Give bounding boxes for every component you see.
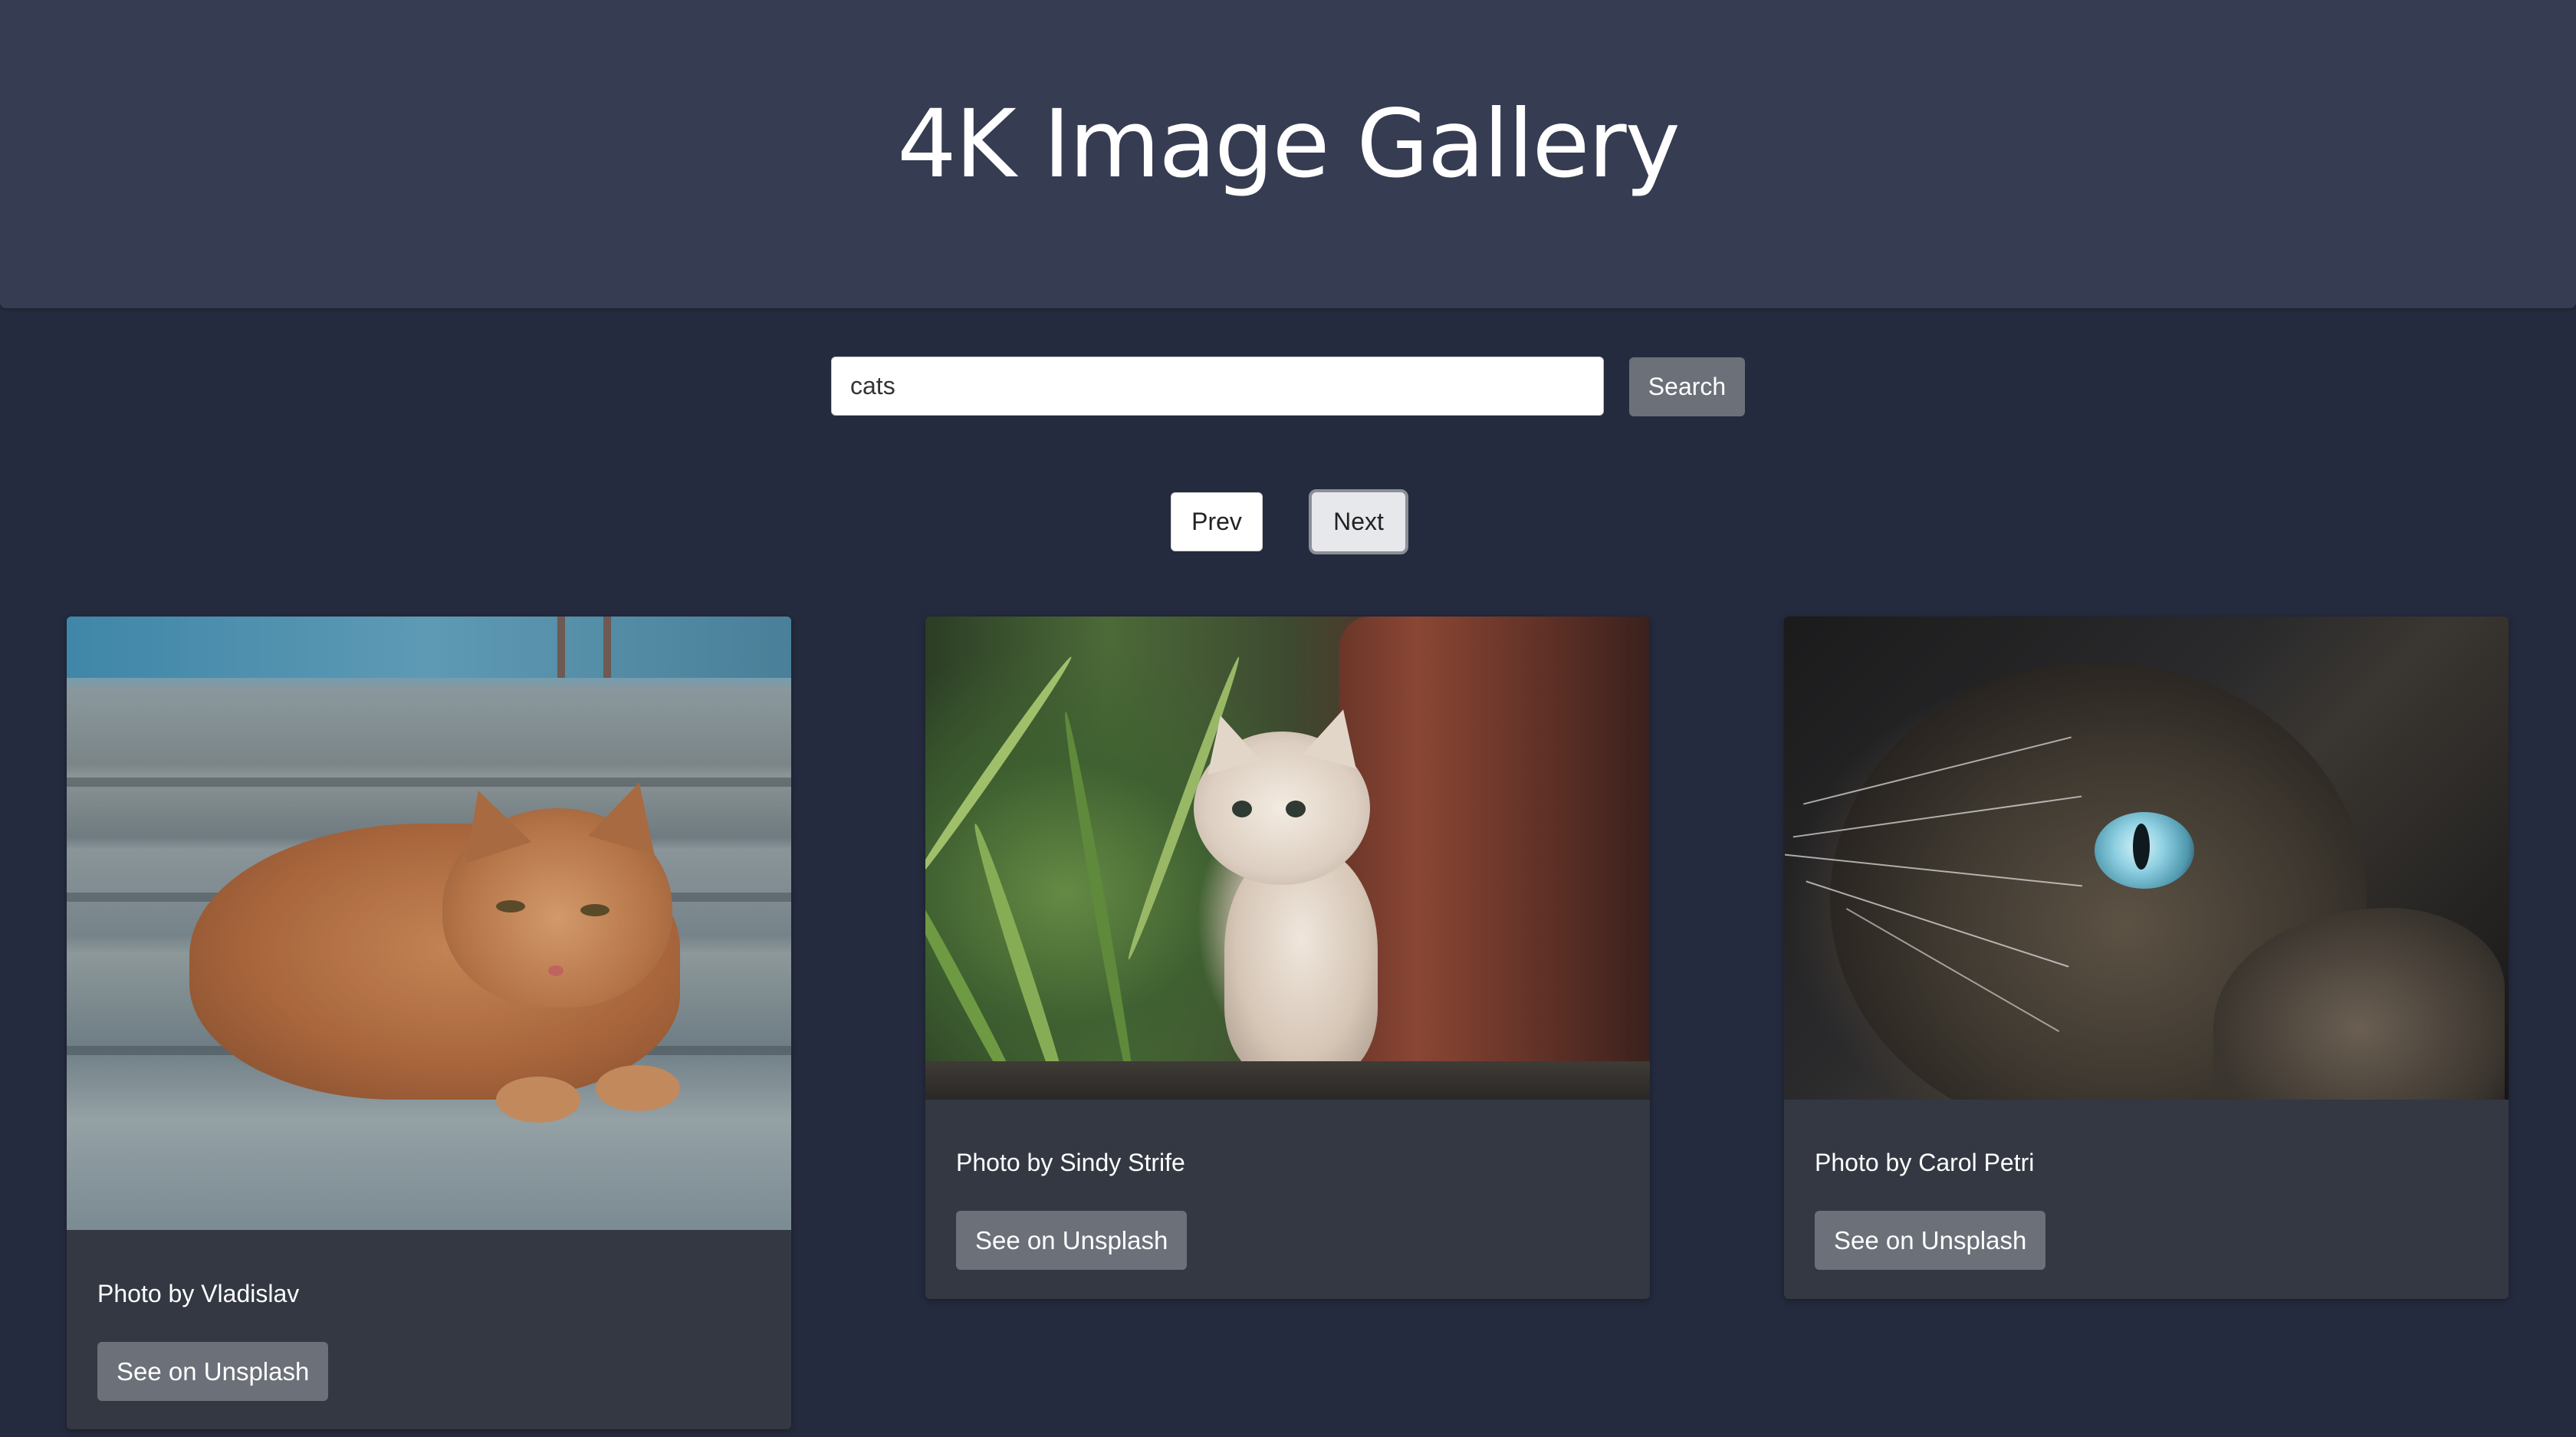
see-on-unsplash-button[interactable]: See on Unsplash — [97, 1342, 329, 1401]
gallery-card: Photo by Sindy Strife See on Unsplash — [925, 617, 1650, 1299]
gallery-card: Photo by Vladislav See on Unsplash — [67, 617, 791, 1429]
gallery-card: Photo by Carol Petri See on Unsplash — [1784, 617, 2509, 1299]
page-header: 4K Image Gallery — [0, 0, 2576, 308]
next-button[interactable]: Next — [1309, 489, 1408, 554]
search-button[interactable]: Search — [1629, 357, 1745, 416]
card-photo[interactable] — [925, 617, 1650, 1100]
see-on-unsplash-button[interactable]: See on Unsplash — [1815, 1211, 2046, 1270]
photo-credit: Photo by Sindy Strife — [956, 1149, 1185, 1176]
search-input[interactable] — [831, 357, 1604, 416]
prev-button[interactable]: Prev — [1171, 492, 1263, 551]
page-title: 4K Image Gallery — [897, 90, 1681, 199]
card-photo[interactable] — [1784, 617, 2509, 1100]
photo-credit: Photo by Carol Petri — [1815, 1149, 2035, 1176]
card-photo[interactable] — [67, 617, 791, 1230]
see-on-unsplash-button[interactable]: See on Unsplash — [956, 1211, 1188, 1270]
photo-credit: Photo by Vladislav — [97, 1280, 300, 1307]
